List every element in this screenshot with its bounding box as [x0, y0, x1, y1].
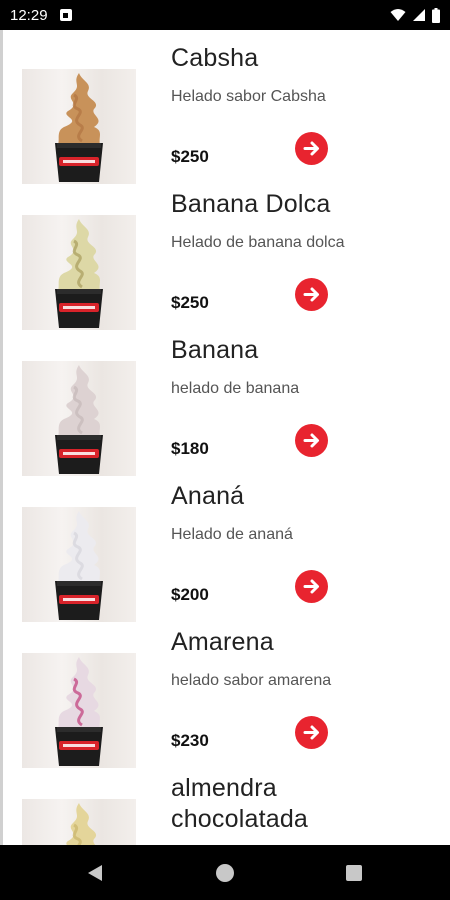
- product-name: Cabsha: [171, 44, 259, 72]
- back-triangle-icon[interactable]: [86, 864, 104, 882]
- product-price: $250: [171, 147, 209, 166]
- product-item[interactable]: almendra chocolatada: [0, 760, 450, 845]
- product-description: helado de banana: [171, 380, 300, 397]
- product-name: Banana: [171, 336, 259, 364]
- product-image: [22, 215, 136, 330]
- product-item[interactable]: Cabsha Helado sabor Cabsha $250: [0, 30, 450, 184]
- product-price: $200: [171, 585, 209, 604]
- product-item[interactable]: Banana helado de banana $180: [0, 322, 450, 476]
- status-time: 12:29: [10, 6, 48, 24]
- product-image: [22, 507, 136, 622]
- status-icons: [390, 7, 440, 23]
- product-item[interactable]: Ananá Helado de ananá $200: [0, 468, 450, 622]
- home-circle-icon[interactable]: [216, 864, 234, 882]
- product-price: $180: [171, 439, 209, 458]
- product-description: Helado de ananá: [171, 526, 293, 543]
- product-image: [22, 653, 136, 768]
- notification-icon: [59, 9, 72, 21]
- arrow-right-circle-icon[interactable]: [295, 570, 328, 603]
- recents-square-icon[interactable]: [346, 865, 362, 881]
- navigation-bar: [0, 845, 450, 900]
- product-name: almendra chocolatada: [171, 774, 309, 833]
- signal-icon: [413, 9, 425, 21]
- arrow-right-circle-icon[interactable]: [295, 278, 328, 311]
- wifi-icon: [390, 9, 406, 21]
- product-image: [22, 799, 136, 845]
- arrow-right-circle-icon[interactable]: [295, 132, 328, 165]
- product-price: $250: [171, 293, 209, 312]
- status-bar: 12:29: [0, 0, 450, 30]
- product-item[interactable]: Banana Dolca Helado de banana dolca $250: [0, 176, 450, 330]
- product-image: [22, 69, 136, 184]
- product-list[interactable]: Cabsha Helado sabor Cabsha $250 Banana Dolc…: [0, 30, 450, 845]
- product-price: $230: [171, 731, 209, 750]
- arrow-right-circle-icon[interactable]: [295, 424, 328, 457]
- product-description: Helado sabor Cabsha: [171, 88, 326, 105]
- product-description: helado sabor amarena: [171, 672, 332, 689]
- arrow-right-circle-icon[interactable]: [295, 716, 328, 749]
- product-image: [22, 361, 136, 476]
- product-description: Helado de banana dolca: [171, 234, 345, 251]
- product-name: Ananá: [171, 482, 245, 510]
- product-item[interactable]: Amarena helado sabor amarena $230: [0, 614, 450, 768]
- battery-icon: [432, 7, 440, 23]
- product-name: Banana Dolca: [171, 190, 331, 218]
- product-name: Amarena: [171, 628, 274, 656]
